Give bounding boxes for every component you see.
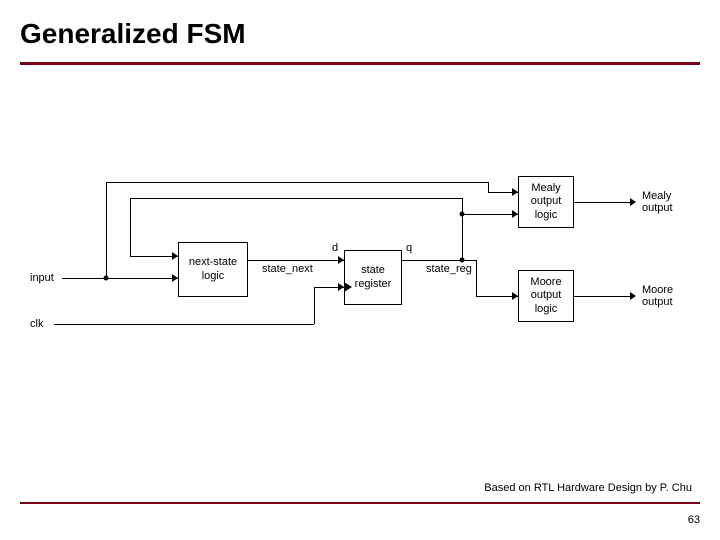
slide-title: Generalized FSM — [20, 18, 246, 50]
moore-output-logic-block: Moore output logic — [518, 270, 574, 322]
wire — [402, 260, 462, 261]
page-number: 63 — [688, 514, 700, 526]
wire — [462, 214, 518, 215]
wire — [488, 182, 489, 192]
wire — [54, 324, 314, 325]
footer-divider — [20, 502, 700, 504]
arrow-icon — [512, 292, 518, 300]
mealy-output-label: Mealy output — [642, 190, 673, 214]
wire — [130, 198, 462, 199]
mealy-output-logic-block: Mealy output logic — [518, 176, 574, 228]
arrow-icon — [630, 292, 636, 300]
wire — [248, 260, 344, 261]
wire — [106, 182, 107, 278]
d-port-label: d — [332, 242, 338, 254]
wire — [314, 287, 315, 324]
moore-output-label: Moore output — [642, 284, 673, 308]
input-label: input — [30, 272, 54, 284]
fsm-diagram: input clk next-state logic state registe… — [30, 160, 690, 380]
wire — [462, 260, 476, 261]
next-state-logic-block: next-state logic — [178, 242, 248, 297]
wire — [574, 296, 632, 297]
state-next-label: state_next — [262, 263, 313, 275]
clk-label: clk — [30, 318, 43, 330]
q-port-label: q — [406, 242, 412, 254]
wire — [462, 214, 463, 260]
junction-node — [460, 212, 465, 217]
wire — [476, 260, 477, 296]
wire — [106, 182, 488, 183]
wire — [574, 202, 632, 203]
arrow-icon — [172, 274, 178, 282]
arrow-icon — [512, 210, 518, 218]
arrow-icon — [630, 198, 636, 206]
arrow-icon — [172, 252, 178, 260]
wire — [62, 278, 178, 279]
arrow-icon — [512, 188, 518, 196]
wire — [130, 198, 131, 256]
title-underline — [20, 62, 700, 65]
footer-attribution: Based on RTL Hardware Design by P. Chu — [484, 482, 692, 494]
clock-triangle-icon — [344, 282, 352, 292]
arrow-icon — [338, 256, 344, 264]
arrow-icon — [338, 283, 344, 291]
state-register-block: state register — [344, 250, 402, 305]
state-reg-label: state_reg — [426, 263, 472, 275]
wire — [130, 256, 178, 257]
